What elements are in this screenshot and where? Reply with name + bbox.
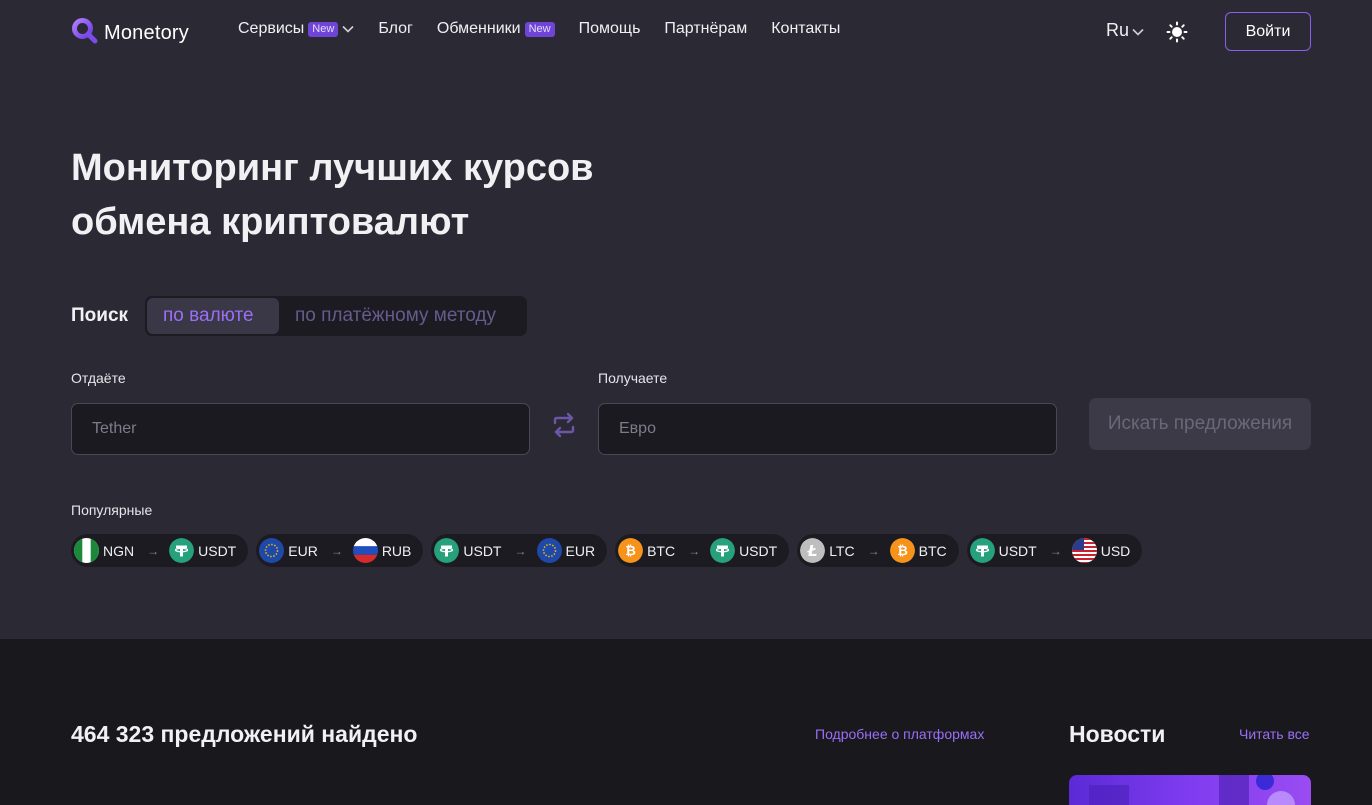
svg-text:₿: ₿ [625,544,636,559]
search-mode-toggle: по валюте по платёжному методу [145,296,527,336]
tether-icon [434,538,460,563]
nav-contacts-label: Контакты [771,20,841,37]
logo[interactable]: Monetory [71,17,189,49]
arrow-right-icon: → [330,543,343,558]
nav-help-label: Помощь [578,20,641,37]
arrow-right-icon: → [867,543,880,558]
popular-pairs: NGN → USDT EUR → RUB USDT → EUR ₿ BTC → … [71,534,1143,567]
page-title-line-1: Мониторинг лучших курсов [71,147,594,189]
pair-from: BTC [647,542,676,559]
new-badge: New [308,21,339,37]
nav-contacts[interactable]: Контакты [771,20,840,38]
search-mode-currency[interactable]: по валюте [147,298,279,334]
arrow-right-icon: → [147,543,160,558]
eu-flag-icon [259,538,285,563]
search-mode-payment[interactable]: по платёжному методу [279,298,512,334]
nav-services[interactable]: Сервисы New [238,20,354,38]
popular-pair-ngn-usdt[interactable]: NGN → USDT [71,534,249,567]
pair-from: LTC [829,542,855,559]
svg-text:₿: ₿ [897,544,908,559]
bitcoin-icon: ₿ [618,538,644,563]
popular-pair-usdt-eur[interactable]: USDT → EUR [431,534,608,567]
popular-pair-eur-rub[interactable]: EUR → RUB [256,534,424,567]
swap-icon [552,412,576,443]
news-title: Новости [1069,721,1166,747]
logo-icon [71,17,98,49]
pair-from: USDT [463,542,502,559]
pair-to: USD [1100,542,1131,559]
main-nav: Сервисы New Блог Обменники New Помощь Па… [238,20,864,38]
get-label: Получаете [598,370,668,386]
tether-icon [969,538,995,563]
pair-from: NGN [103,542,135,559]
arrow-right-icon: → [1049,543,1062,558]
give-currency-input[interactable] [71,403,530,455]
nav-exchangers[interactable]: Обменники New [437,20,555,38]
popular-pair-btc-usdt[interactable]: ₿ BTC → USDT [615,534,790,567]
logo-text: Monetory [104,21,189,44]
popular-pair-usdt-usd[interactable]: USDT → USD [966,534,1143,567]
nav-blog[interactable]: Блог [378,20,413,38]
chevron-down-icon [342,20,354,38]
new-badge: New [524,21,555,37]
news-card-image[interactable] [1069,775,1311,805]
nav-exchangers-label: Обменники [436,20,521,37]
language-selector[interactable]: Ru [1106,20,1144,41]
arrow-right-icon: → [514,543,527,558]
popular-pair-ltc-btc[interactable]: Ł LTC → ₿ BTC [797,534,959,567]
get-currency-input[interactable] [598,403,1057,455]
tether-icon [169,538,195,563]
nav-help[interactable]: Помощь [579,20,641,38]
pair-from: EUR [288,542,318,559]
nigeria-flag-icon [74,538,99,563]
usa-flag-icon [1071,538,1097,563]
give-label: Отдаёте [71,370,126,386]
chevron-down-icon [1132,20,1144,41]
pair-to: BTC [918,542,947,559]
theme-toggle[interactable] [1166,21,1188,48]
nav-services-label: Сервисы [238,20,305,37]
svg-text:Ł: Ł [807,542,818,560]
pair-to: EUR [565,542,596,559]
pair-to: USDT [198,542,237,559]
pair-from: USDT [998,542,1037,559]
language-label: Ru [1106,20,1130,40]
read-all-news-link[interactable]: Читать все [1239,726,1310,742]
russia-flag-icon [352,538,378,563]
litecoin-icon: Ł [800,538,826,563]
popular-label: Популярные [71,502,153,518]
page-title: Мониторинг лучших курсов обмена криптова… [71,141,691,249]
nav-partners-label: Партнёрам [664,20,748,37]
login-button[interactable]: Войти [1225,12,1311,51]
nav-blog-label: Блог [378,20,413,37]
header: Monetory Сервисы New Блог Обменники New … [0,0,1372,64]
page-title-line-2: обмена криптовалют [71,201,470,243]
swap-button[interactable] [550,412,578,442]
platforms-info-link[interactable]: Подробнее о платформах [815,726,984,742]
search-offers-button[interactable]: Искать предложения [1089,398,1311,450]
pair-to: RUB [381,542,412,559]
arrow-right-icon: → [688,543,701,558]
search-label: Поиск [71,305,129,326]
pair-to: USDT [739,542,778,559]
eu-flag-icon [536,538,562,563]
tether-icon [710,538,736,563]
sun-icon [1166,21,1188,47]
bitcoin-icon: ₿ [889,538,915,563]
nav-partners[interactable]: Партнёрам [664,20,747,38]
offers-count-title: 464 323 предложений найдено [71,721,418,747]
